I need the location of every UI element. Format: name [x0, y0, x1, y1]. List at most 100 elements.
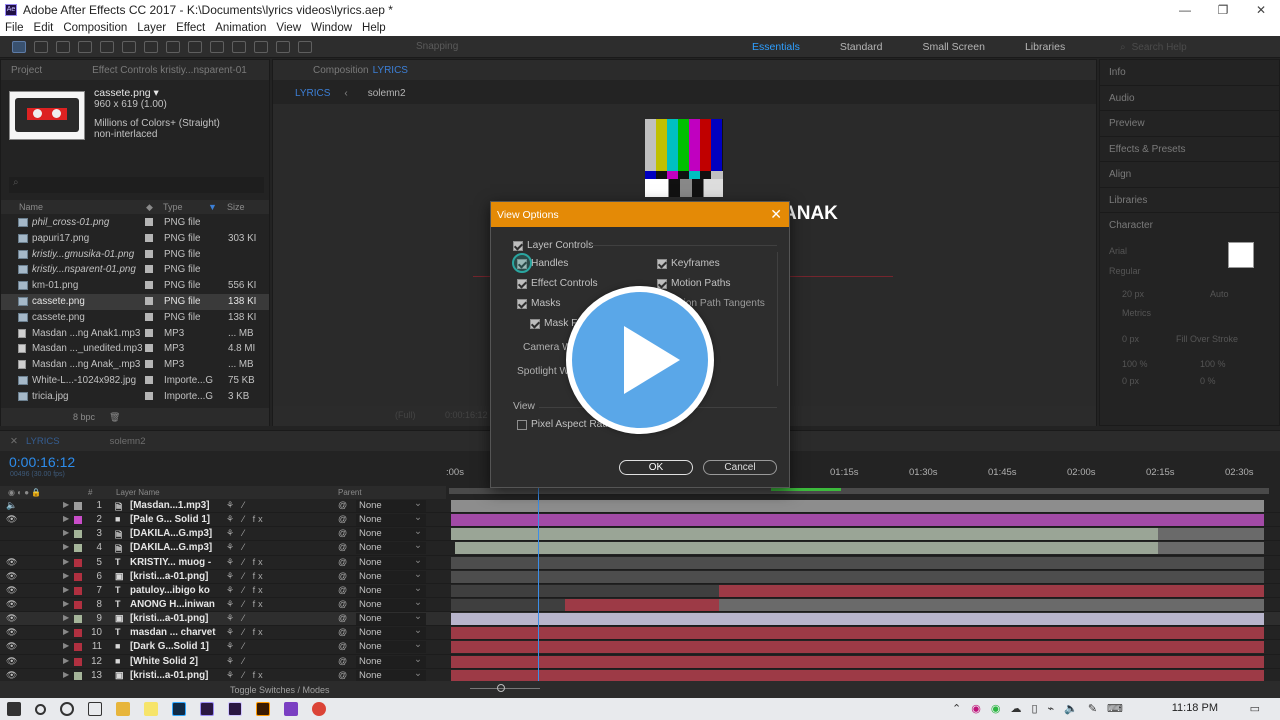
layer-label-color[interactable]	[74, 530, 82, 539]
layer-switches-icon[interactable]: ⚘ ⁄ fx	[226, 571, 266, 582]
twirl-arrow-icon[interactable]: ▶	[63, 656, 69, 665]
layer-label-color[interactable]	[74, 516, 82, 525]
parent-select[interactable]: None	[356, 625, 426, 640]
layer-label-color[interactable]	[74, 629, 82, 638]
pick-whip-icon[interactable]: @	[338, 542, 347, 552]
project-file-row[interactable]: Masdan ..._unedited.mp3 MP3 4.8 MI	[1, 341, 269, 357]
layer-switches-icon[interactable]: ⚘ ⁄	[226, 641, 247, 652]
layer-name[interactable]: [White Solid 2]	[130, 656, 222, 667]
project-file-row[interactable]: cassete.png PNG file 138 KI	[1, 293, 269, 310]
leading-field[interactable]: Auto	[1210, 289, 1229, 299]
column-size[interactable]: Size	[227, 202, 245, 212]
layer-name[interactable]: masdan ... charvet	[130, 627, 222, 638]
explorer-icon[interactable]	[116, 702, 130, 716]
layer-name[interactable]: [kristi...a-01.png]	[130, 670, 222, 681]
visibility-eye-icon[interactable]: 👁	[6, 627, 17, 638]
parent-select[interactable]: None	[356, 498, 426, 512]
work-area-bar[interactable]	[449, 488, 1269, 494]
keyboard-icon[interactable]: ⌨	[1107, 702, 1123, 715]
layer-switches-icon[interactable]: ⚘ ⁄ fx	[226, 670, 266, 681]
pen-icon[interactable]: ✎	[1088, 702, 1097, 715]
project-file-row[interactable]: Masdan ...ng Anak1.mp3 MP3 ... MB	[1, 326, 269, 342]
layer-name[interactable]: ANONG H...iniwan	[130, 599, 222, 610]
twirl-arrow-icon[interactable]: ▶	[63, 599, 69, 608]
layer-switches-icon[interactable]: ⚘ ⁄ fx	[226, 557, 266, 568]
volume-icon[interactable]: 🔈	[1064, 702, 1078, 715]
twirl-arrow-icon[interactable]: ▶	[63, 528, 69, 537]
effect-controls-checkbox[interactable]: Effect Controls	[517, 278, 598, 289]
layer-name[interactable]: [kristi...a-01.png]	[130, 571, 222, 582]
visibility-eye-icon[interactable]: 👁	[6, 670, 17, 681]
pick-whip-icon[interactable]: @	[338, 670, 347, 680]
layer-switches-icon[interactable]: ⚘ ⁄ fx	[226, 599, 266, 610]
pick-whip-icon[interactable]: @	[338, 613, 347, 623]
panel-libraries[interactable]: Libraries	[1100, 188, 1279, 213]
current-time-indicator[interactable]	[538, 486, 539, 691]
whatsapp-icon[interactable]: ◉	[991, 702, 1001, 715]
zoom-tool-icon[interactable]	[56, 40, 70, 53]
menu-file[interactable]: File	[5, 22, 24, 34]
visibility-eye-icon[interactable]: 👁	[6, 557, 17, 568]
minimize-button[interactable]: —	[1166, 0, 1204, 20]
layer-label-color[interactable]	[74, 671, 82, 680]
cancel-button[interactable]: Cancel	[703, 460, 777, 475]
timeline-layer-row[interactable]: 👁 ▶ 11 ■ [Dark G...Solid 1] ⚘ ⁄ @ None	[0, 639, 1280, 655]
panel-info[interactable]: Info	[1100, 60, 1279, 86]
menu-composition[interactable]: Composition	[63, 22, 127, 34]
layer-label-color[interactable]	[74, 544, 82, 553]
brush-tool-icon[interactable]	[210, 40, 224, 53]
project-file-row[interactable]: White-L...-1024x982.jpg Importe...G 75 KB	[1, 373, 269, 389]
dialog-close-icon[interactable]: ✕	[770, 206, 782, 223]
ok-button[interactable]: OK	[619, 460, 693, 475]
layer-duration-bar[interactable]	[455, 542, 1159, 555]
parent-select[interactable]: None	[356, 639, 426, 654]
label-color-square[interactable]	[145, 249, 153, 258]
twirl-arrow-icon[interactable]: ▶	[63, 670, 69, 679]
pen-tool-icon[interactable]	[166, 40, 180, 53]
timeline-layer-row[interactable]: 👁 ▶ 10 Tmasdan ... charvet ⚘ ⁄ fx @ None	[0, 625, 1280, 641]
play-icon[interactable]	[566, 286, 714, 434]
layer-label-color[interactable]	[74, 502, 82, 510]
timeline-tab-solemn2[interactable]: solemn2	[110, 436, 146, 447]
timeline-layer-row[interactable]: 👁 ▶ 6 ▣ [kristi...a-01.png] ⚘ ⁄ fx @ None	[0, 569, 1280, 584]
tag-icon[interactable]: ◆	[146, 202, 153, 213]
layer-label-color[interactable]	[74, 657, 82, 666]
label-color-square[interactable]	[145, 375, 153, 384]
parent-select[interactable]: None	[356, 526, 426, 541]
font-style-field[interactable]: Regular	[1109, 266, 1141, 276]
timeline-layer-row[interactable]: 🔈 ▶ 1 🗎 [Masdan...1.mp3] ⚘ ⁄ @ None	[0, 498, 1280, 514]
parent-select[interactable]: None	[356, 597, 426, 611]
pick-whip-icon[interactable]: @	[338, 528, 347, 538]
menu-animation[interactable]: Animation	[215, 22, 266, 34]
pick-whip-icon[interactable]: @	[338, 571, 347, 581]
masks-checkbox[interactable]: Masks	[517, 298, 560, 309]
workspace-libraries[interactable]: Libraries	[1025, 41, 1065, 53]
selection-tool-icon[interactable]	[12, 40, 26, 53]
project-file-row[interactable]: cassete.png PNG file 138 KI	[1, 310, 269, 326]
fill-color-swatch[interactable]	[1228, 242, 1254, 268]
label-color-square[interactable]	[145, 233, 153, 242]
kerning-field[interactable]: Metrics	[1122, 308, 1151, 318]
photoshop-icon[interactable]	[172, 702, 186, 716]
tsume-field[interactable]: 0 %	[1200, 376, 1216, 386]
tab-project[interactable]: Project	[11, 65, 42, 76]
parent-select[interactable]: None	[356, 540, 426, 555]
cortana-icon[interactable]	[60, 702, 74, 716]
panel-align[interactable]: Align	[1100, 162, 1279, 188]
layer-duration-bar[interactable]	[451, 669, 1264, 682]
trash-icon[interactable]: 🗑	[109, 412, 120, 423]
layer-duration-bar[interactable]	[451, 500, 1264, 512]
menu-view[interactable]: View	[276, 22, 301, 34]
project-file-row[interactable]: phil_cross-01.png PNG file	[1, 215, 269, 231]
layer-switches-icon[interactable]: ⚘ ⁄	[226, 613, 247, 624]
layer-switches-icon[interactable]: ⚘ ⁄	[226, 656, 247, 667]
layer-switches-icon[interactable]: ⚘ ⁄ fx	[226, 514, 266, 525]
premiere-icon[interactable]	[200, 702, 214, 716]
current-time[interactable]: 0:00:16:12	[445, 410, 488, 420]
layer-switches-icon[interactable]: ⚘ ⁄ fx	[226, 627, 266, 638]
label-color-square[interactable]	[145, 265, 153, 274]
pick-whip-icon[interactable]: @	[338, 627, 347, 637]
pick-whip-icon[interactable]: @	[338, 514, 347, 524]
network-icon[interactable]: ⌁	[1048, 702, 1055, 715]
twirl-arrow-icon[interactable]: ▶	[63, 557, 69, 566]
